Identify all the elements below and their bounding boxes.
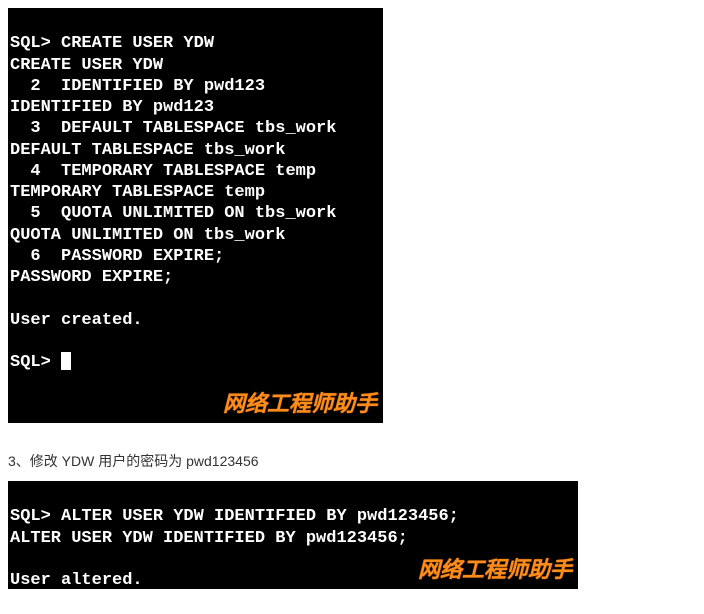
cursor-icon — [61, 352, 71, 370]
terminal2-line: User altered. — [10, 571, 143, 590]
terminal1-line: 4 TEMPORARY TABLESPACE temp — [10, 162, 316, 181]
terminal1-prompt: SQL> — [10, 353, 61, 372]
watermark-text: 网络工程师助手 — [418, 556, 572, 584]
watermark-text: 网络工程师助手 — [223, 390, 377, 418]
terminal2-line: SQL> ALTER USER YDW IDENTIFIED BY pwd123… — [10, 507, 459, 526]
terminal1-line: IDENTIFIED BY pwd123 — [10, 98, 214, 117]
terminal1-line: 3 DEFAULT TABLESPACE tbs_work — [10, 119, 336, 138]
terminal1-line: CREATE USER YDW — [10, 56, 163, 75]
terminal1-line: PASSWORD EXPIRE; — [10, 268, 173, 287]
terminal2-line: ALTER USER YDW IDENTIFIED BY pwd123456; — [10, 529, 408, 548]
terminal1-line: 5 QUOTA UNLIMITED ON tbs_work — [10, 204, 336, 223]
terminal1-line: SQL> CREATE USER YDW — [10, 34, 214, 53]
terminal1-line: 2 IDENTIFIED BY pwd123 — [10, 77, 265, 96]
terminal1-line: QUOTA UNLIMITED ON tbs_work — [10, 226, 285, 245]
terminal1-line: TEMPORARY TABLESPACE temp — [10, 183, 265, 202]
terminal-create-user: SQL> CREATE USER YDW CREATE USER YDW 2 I… — [8, 8, 383, 423]
terminal-alter-user: SQL> ALTER USER YDW IDENTIFIED BY pwd123… — [8, 481, 578, 589]
terminal1-line: User created. — [10, 311, 143, 330]
terminal1-line: DEFAULT TABLESPACE tbs_work — [10, 141, 285, 160]
section-heading: 3、修改 YDW 用户的密码为 pwd123456 — [8, 451, 696, 471]
terminal1-line: 6 PASSWORD EXPIRE; — [10, 247, 224, 266]
